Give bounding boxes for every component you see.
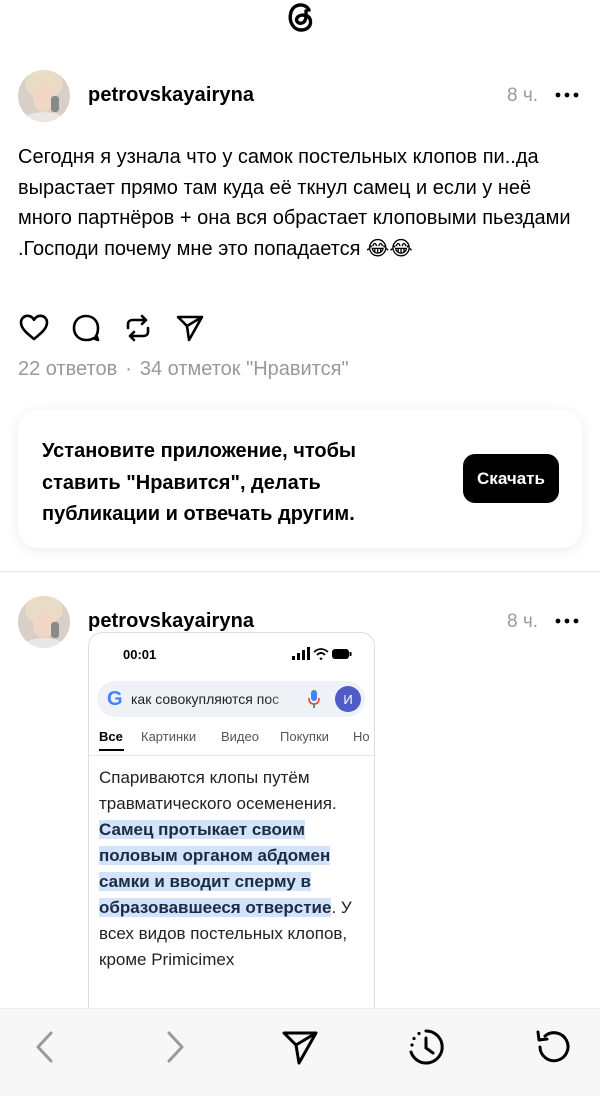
tab-images[interactable]: Картинки <box>141 729 196 744</box>
tab-shopping[interactable]: Покупки <box>280 729 329 744</box>
status-bar-icon <box>292 647 352 661</box>
google-search-bar[interactable]: G как совокупляются пос И <box>97 681 365 717</box>
microphone-icon[interactable] <box>307 689 321 709</box>
avatar[interactable] <box>18 596 70 648</box>
username[interactable]: petrovskayairyna <box>88 84 254 107</box>
threads-logo-icon[interactable] <box>282 0 318 34</box>
tab-video[interactable]: Видео <box>221 729 259 744</box>
google-logo-icon: G <box>107 688 123 710</box>
install-app-card: Установите приложение, чтобы ставить "Нр… <box>18 410 582 548</box>
share-send-icon[interactable] <box>174 312 206 344</box>
avatar[interactable] <box>18 70 70 122</box>
user-avatar[interactable]: И <box>335 686 361 712</box>
comment-icon[interactable] <box>70 312 102 344</box>
username[interactable]: petrovskayairyna <box>88 610 254 633</box>
more-options-icon[interactable] <box>554 612 580 630</box>
separator: · <box>125 358 132 380</box>
tab-more[interactable]: Но <box>353 729 370 744</box>
repost-icon[interactable] <box>122 312 154 344</box>
share-icon[interactable] <box>280 1027 320 1067</box>
reload-icon[interactable] <box>532 1027 572 1067</box>
replies-count[interactable]: 22 ответов <box>18 358 117 380</box>
post-text: Сегодня я узнала что у самок постельных … <box>18 146 571 260</box>
history-icon[interactable] <box>406 1027 446 1067</box>
download-button[interactable]: Скачать <box>463 454 559 503</box>
post-stats: 22 ответов · 34 отметок "Нравится" <box>18 358 349 381</box>
snippet-highlight: Самец протыкает своим половым органом аб… <box>99 820 332 917</box>
post-header: petrovskayairyna 8 ч. <box>18 70 582 122</box>
phone-status-time: 00:01 <box>123 647 157 662</box>
post-time: 8 ч. <box>506 611 538 632</box>
like-heart-icon[interactable] <box>18 312 50 344</box>
tab-all[interactable]: Все <box>99 729 123 744</box>
post-image-screenshot[interactable]: 00:01 G как совокупляются пос И Все Карт… <box>88 632 375 1052</box>
snippet-text: Спариваются клопы путём травматического … <box>99 768 337 813</box>
install-app-text: Установите приложение, чтобы ставить "Нр… <box>42 440 357 525</box>
search-result-snippet: Спариваются клопы путём травматического … <box>99 765 361 973</box>
more-options-icon[interactable] <box>554 86 580 104</box>
divider <box>0 571 600 572</box>
back-icon[interactable] <box>26 1027 66 1067</box>
search-tabs: Все Картинки Видео Покупки Но <box>99 729 374 753</box>
forward-icon[interactable] <box>154 1027 194 1067</box>
post-time: 8 ч. <box>506 85 538 106</box>
browser-toolbar <box>0 1008 600 1096</box>
likes-count[interactable]: 34 отметок "Нравится" <box>140 358 349 380</box>
